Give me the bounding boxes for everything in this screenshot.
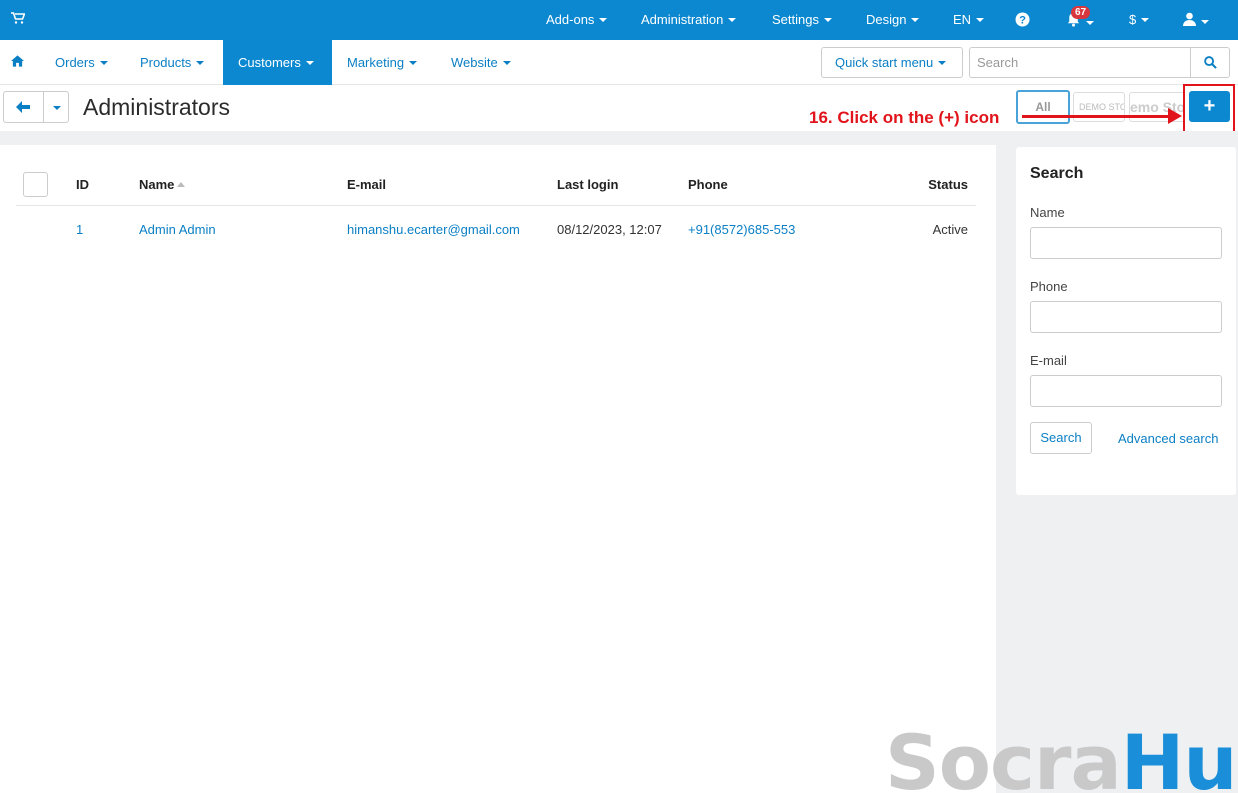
top-bar: Add-ons Administration Settings Design E… bbox=[0, 0, 1238, 40]
chevron-down-icon bbox=[823, 17, 832, 22]
row-email[interactable]: himanshu.ecarter@gmail.com bbox=[347, 205, 557, 253]
nav-marketing-label: Marketing bbox=[347, 55, 405, 70]
phone-label: Phone bbox=[1030, 279, 1068, 294]
main-content: ID Name E-mail Last login Phone Status 1… bbox=[0, 145, 996, 793]
nav-customers[interactable]: Customers bbox=[223, 40, 332, 85]
phone-field[interactable] bbox=[1030, 301, 1222, 333]
currency-label: $ bbox=[1129, 12, 1137, 27]
home-icon[interactable] bbox=[11, 55, 24, 69]
col-name-label: Name bbox=[139, 177, 175, 193]
chevron-down-icon bbox=[728, 17, 737, 22]
chevron-down-icon bbox=[1086, 20, 1094, 25]
menu-addons[interactable]: Add-ons bbox=[546, 0, 608, 40]
chevron-down-icon bbox=[99, 60, 108, 65]
chevron-down-icon bbox=[599, 17, 608, 22]
col-phone[interactable]: Phone bbox=[688, 165, 888, 206]
select-all-cell bbox=[16, 165, 76, 206]
row-name[interactable]: Admin Admin bbox=[139, 205, 347, 253]
storefront-all-button[interactable]: All bbox=[1016, 90, 1070, 124]
tutorial-annotation: 16. Click on the (+) icon bbox=[809, 108, 1000, 127]
highlight-box bbox=[1183, 84, 1235, 134]
row-phone[interactable]: +91(8572)685-553 bbox=[688, 205, 888, 253]
notification-badge: 67 bbox=[1071, 6, 1091, 19]
svg-text:?: ? bbox=[1019, 15, 1026, 27]
menu-administration-label: Administration bbox=[641, 12, 724, 27]
row-last-login: 08/12/2023, 12:07 bbox=[557, 221, 662, 237]
search-icon bbox=[1204, 56, 1217, 69]
back-button-group bbox=[3, 91, 69, 123]
global-search-input[interactable] bbox=[969, 47, 1191, 78]
menu-settings[interactable]: Settings bbox=[772, 0, 832, 40]
language-menu[interactable]: EN bbox=[953, 0, 985, 40]
table-header: ID Name E-mail Last login Phone Status bbox=[16, 165, 976, 206]
row-status[interactable]: Active bbox=[888, 205, 976, 253]
chevron-down-icon bbox=[305, 60, 314, 65]
nav-website[interactable]: Website bbox=[451, 40, 511, 85]
chevron-down-icon bbox=[1201, 19, 1209, 24]
chevron-down-icon[interactable] bbox=[53, 106, 61, 110]
chevron-down-icon bbox=[196, 60, 205, 65]
email-field[interactable] bbox=[1030, 375, 1222, 407]
sort-asc-icon bbox=[177, 182, 186, 188]
menu-design[interactable]: Design bbox=[866, 0, 920, 40]
administrators-table: ID Name E-mail Last login Phone Status 1… bbox=[16, 165, 976, 253]
col-name[interactable]: Name bbox=[139, 165, 347, 206]
main-nav: Orders Products Customers Marketing Webs… bbox=[0, 40, 1238, 85]
col-status[interactable]: Status bbox=[888, 165, 976, 206]
annotation-arrow bbox=[1022, 115, 1172, 118]
nav-products-label: Products bbox=[140, 55, 192, 70]
nav-products[interactable]: Products bbox=[140, 40, 205, 85]
row-checkbox-cell bbox=[16, 205, 76, 253]
select-all-checkbox[interactable] bbox=[23, 172, 48, 198]
col-last-login[interactable]: Last login bbox=[557, 165, 688, 206]
help-icon[interactable]: ? bbox=[1015, 12, 1030, 28]
arrow-right-icon bbox=[1168, 108, 1182, 124]
table-row: 1 Admin Admin himanshu.ecarter@gmail.com… bbox=[16, 205, 976, 253]
language-label: EN bbox=[953, 12, 972, 27]
chevron-down-icon bbox=[976, 17, 985, 22]
col-id[interactable]: ID bbox=[76, 165, 139, 206]
quick-start-menu-button[interactable]: Quick start menu bbox=[821, 47, 963, 78]
arrow-left-icon[interactable] bbox=[16, 101, 30, 113]
chevron-down-icon bbox=[938, 60, 947, 65]
sidebar-title: Search bbox=[1030, 165, 1084, 182]
chevron-down-icon bbox=[1141, 17, 1150, 22]
content-gap bbox=[0, 131, 996, 145]
currency-menu[interactable]: $ bbox=[1129, 0, 1150, 40]
socrahub-watermark: SocraHub bbox=[885, 718, 1238, 793]
nav-customers-label: Customers bbox=[238, 55, 301, 70]
col-email[interactable]: E-mail bbox=[347, 165, 557, 206]
advanced-search-link[interactable]: Advanced search bbox=[1118, 431, 1218, 446]
divider bbox=[43, 92, 44, 122]
row-id[interactable]: 1 bbox=[76, 205, 139, 253]
nav-orders-label: Orders bbox=[55, 55, 95, 70]
quick-start-label: Quick start menu bbox=[835, 55, 934, 70]
user-icon bbox=[1183, 12, 1196, 26]
chevron-down-icon bbox=[502, 60, 511, 65]
name-field[interactable] bbox=[1030, 227, 1222, 259]
menu-administration[interactable]: Administration bbox=[641, 0, 737, 40]
user-menu[interactable] bbox=[1183, 12, 1209, 28]
name-label: Name bbox=[1030, 205, 1065, 220]
search-sidebar: Search Name Phone E-mail Search Advanced… bbox=[1016, 147, 1236, 495]
watermark-part2: Hub bbox=[1120, 718, 1238, 793]
nav-orders[interactable]: Orders bbox=[55, 40, 108, 85]
email-label: E-mail bbox=[1030, 353, 1067, 368]
sidebar-search-button[interactable]: Search bbox=[1030, 422, 1092, 454]
watermark-part1: Socra bbox=[885, 718, 1122, 793]
nav-marketing[interactable]: Marketing bbox=[347, 40, 418, 85]
chevron-down-icon bbox=[911, 17, 920, 22]
menu-addons-label: Add-ons bbox=[546, 12, 595, 27]
menu-settings-label: Settings bbox=[772, 12, 819, 27]
cart-icon[interactable] bbox=[11, 12, 25, 24]
nav-website-label: Website bbox=[451, 55, 498, 70]
menu-design-label: Design bbox=[866, 12, 907, 27]
page-title: Administrators bbox=[83, 94, 230, 120]
page-toolbar: Administrators 16. Click on the (+) icon… bbox=[0, 86, 1238, 131]
global-search-button[interactable] bbox=[1190, 47, 1230, 78]
chevron-down-icon bbox=[409, 60, 418, 65]
